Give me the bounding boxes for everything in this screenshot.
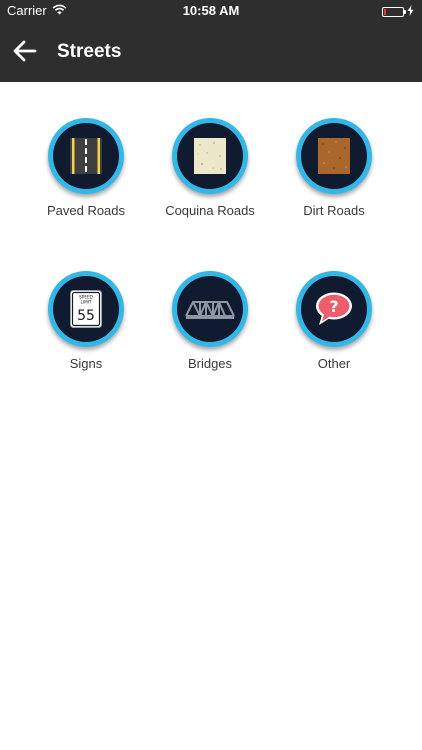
category-paved-roads[interactable]: Paved Roads xyxy=(24,118,148,218)
status-time: 10:58 AM xyxy=(182,3,240,18)
category-ring: SPEED LIMIT 55 xyxy=(48,271,124,347)
category-circle: SPEED LIMIT 55 xyxy=(53,276,119,342)
category-ring xyxy=(48,118,124,194)
dirt-road-icon xyxy=(318,138,350,174)
sign-mid-text: LIMIT xyxy=(81,300,92,305)
question-bubble-icon: ? xyxy=(316,292,352,325)
category-label: Coquina Roads xyxy=(165,203,255,218)
category-circle: ? xyxy=(301,276,367,342)
category-circle xyxy=(53,123,119,189)
category-dirt-roads[interactable]: Dirt Roads xyxy=(272,118,396,218)
charging-bolt-icon xyxy=(407,4,414,19)
category-label: Paved Roads xyxy=(46,203,126,218)
speed-limit-sign-icon: SPEED LIMIT 55 xyxy=(70,290,102,328)
back-button[interactable] xyxy=(12,38,38,64)
category-ring xyxy=(172,118,248,194)
category-label: Signs xyxy=(69,356,103,371)
sign-value-text: 55 xyxy=(77,308,95,324)
category-coquina-roads[interactable]: Coquina Roads xyxy=(148,118,272,218)
bridge-icon xyxy=(185,301,235,319)
header: Carrier 10:58 AM Streets xyxy=(0,0,422,82)
status-right xyxy=(382,4,414,19)
category-bridges[interactable]: Bridges xyxy=(148,271,272,371)
paved-road-icon xyxy=(70,138,102,174)
category-ring xyxy=(172,271,248,347)
category-label: Bridges xyxy=(187,356,233,371)
battery-level xyxy=(384,8,386,15)
category-circle xyxy=(177,276,243,342)
nav-bar: Streets xyxy=(0,22,422,82)
category-ring: ? xyxy=(296,271,372,347)
category-circle xyxy=(301,123,367,189)
category-ring xyxy=(296,118,372,194)
question-glyph: ? xyxy=(329,297,338,316)
category-signs[interactable]: SPEED LIMIT 55 Signs xyxy=(24,271,148,371)
category-label: Dirt Roads xyxy=(303,203,365,218)
page-title: Streets xyxy=(57,41,122,62)
category-label: Other xyxy=(317,356,351,371)
category-grid: Paved Roads Coquina Roads Dirt Roads SPE… xyxy=(24,118,398,371)
coquina-road-icon xyxy=(194,138,226,174)
status-bar: Carrier 10:58 AM xyxy=(0,0,422,22)
category-other[interactable]: ? Other xyxy=(272,271,396,371)
category-circle xyxy=(177,123,243,189)
arrow-left-icon xyxy=(13,40,37,62)
battery-icon xyxy=(382,6,406,17)
